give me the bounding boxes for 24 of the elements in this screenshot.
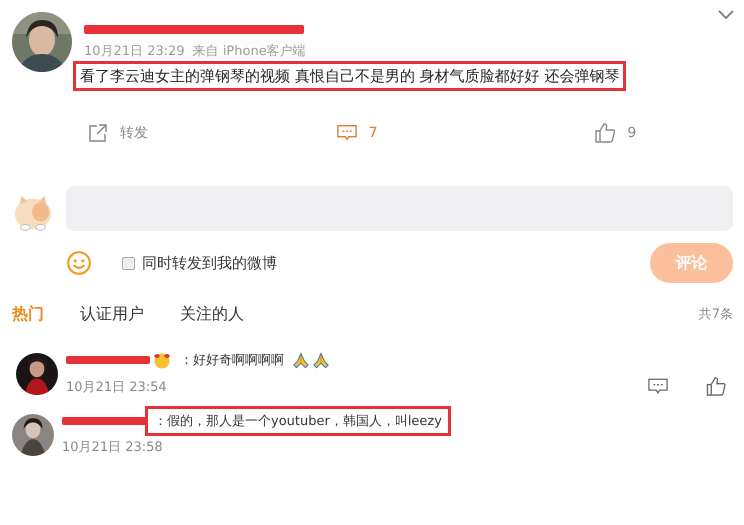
share-checkbox[interactable] <box>122 256 135 270</box>
post-time: 10月21日 23:29 <box>84 43 185 60</box>
share-label: 同时转发到我的微博 <box>142 254 277 272</box>
like-icon[interactable] <box>706 377 726 396</box>
post-source: 来自 iPhone客户端 <box>192 43 306 60</box>
filter-tab[interactable]: 热门 <box>12 304 44 324</box>
comment-time: 10月21日 23:54 <box>66 378 167 396</box>
filter-tab[interactable]: 认证用户 <box>80 304 144 324</box>
comment-text: ：假的，那人是一个youtuber，韩国人，叫leezy <box>148 409 448 433</box>
comment-icon <box>336 123 357 143</box>
repost-button[interactable]: 转发 <box>88 123 148 143</box>
comment-button[interactable]: 7 <box>336 123 378 143</box>
comment-text: ：好好奇啊啊啊啊 <box>179 352 285 370</box>
comment-time: 10月21日 23:58 <box>62 439 163 456</box>
filter-tab[interactable]: 关注的人 <box>180 304 244 324</box>
chevron-down-icon[interactable] <box>718 10 734 20</box>
comment-icon[interactable] <box>648 377 668 396</box>
praying-hands-icon <box>292 352 310 368</box>
like-icon <box>595 123 616 143</box>
praying-hands-icon <box>312 352 330 368</box>
post-text: 看了李云迪女主的弹钢琴的视频 真恨自己不是男的 身材气质脸都好好 还会弹钢琴 <box>76 64 624 88</box>
share-icon <box>88 123 108 143</box>
like-button[interactable]: 9 <box>595 123 636 143</box>
comment-count: 共7条 <box>698 306 733 323</box>
